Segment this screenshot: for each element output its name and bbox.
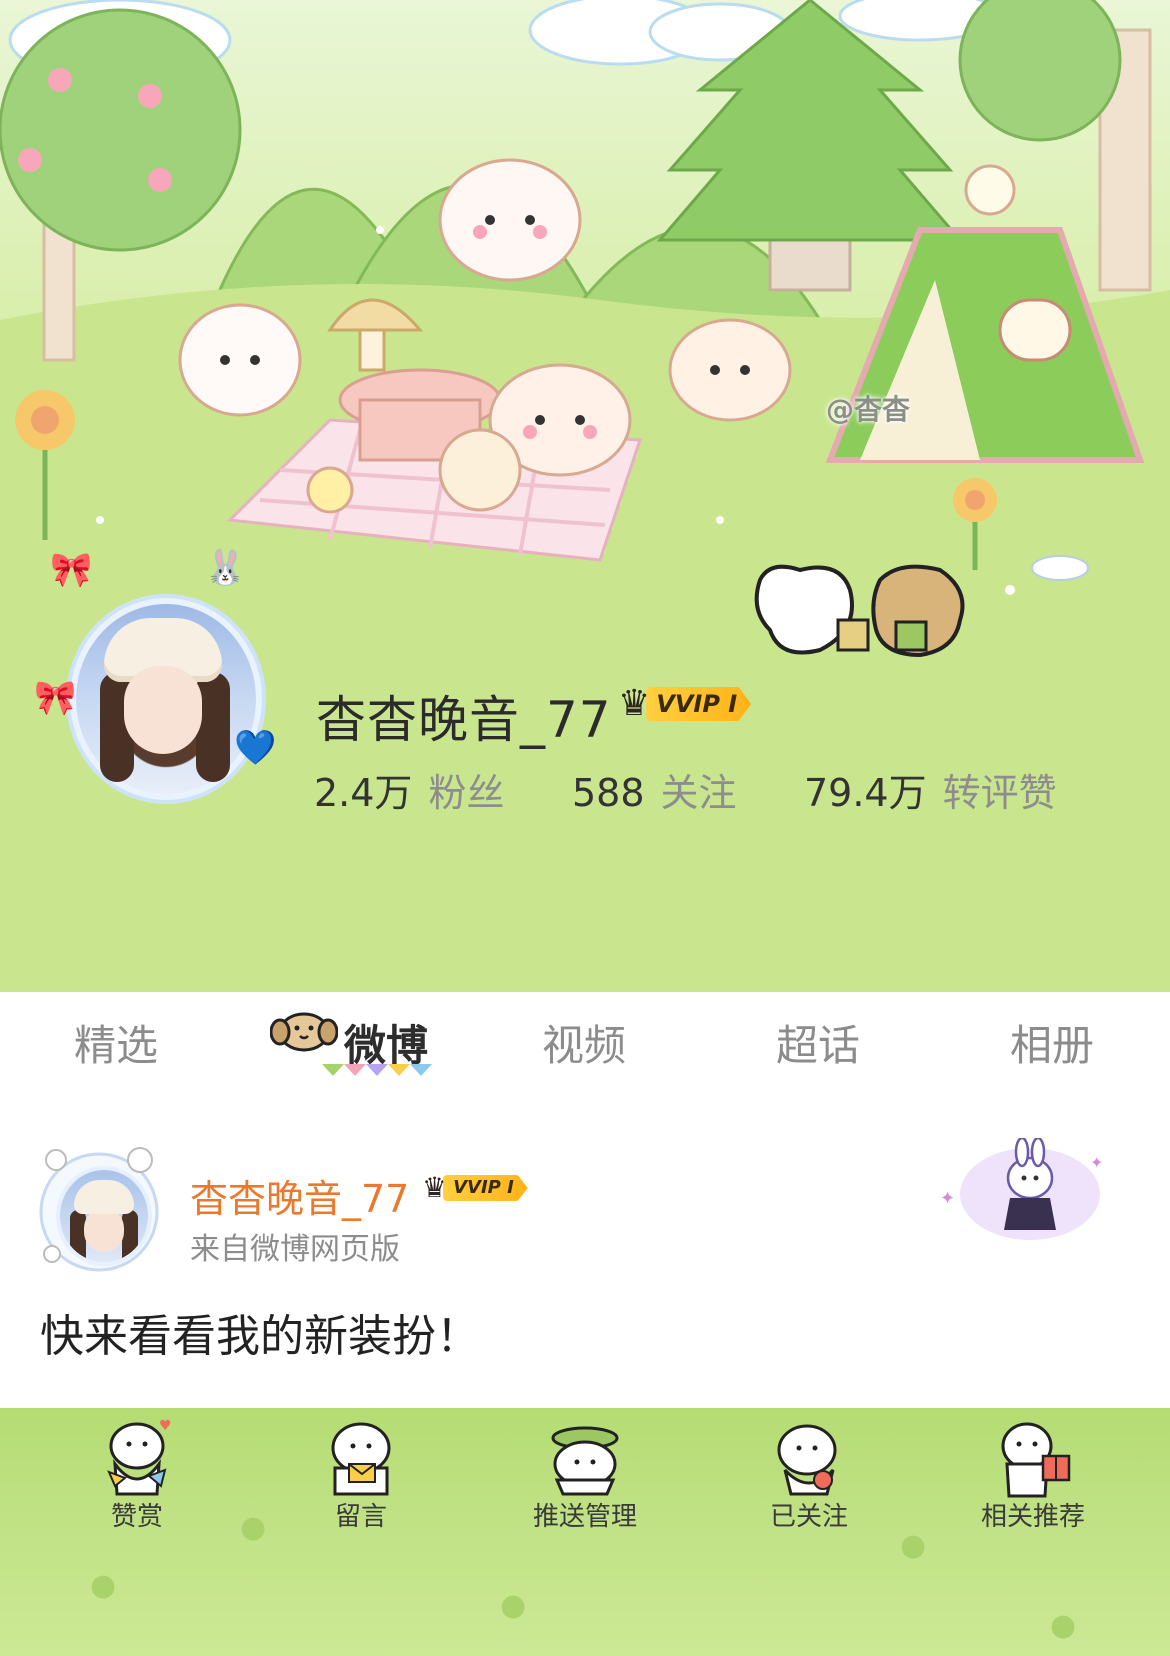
tab-video[interactable]: 视频 — [542, 1012, 626, 1073]
stat-likes[interactable]: 79.4万 转评赞 — [804, 762, 1057, 817]
post-vip-badge[interactable]: ♛ VVIP I — [422, 1174, 528, 1202]
action-tip[interactable]: ♥ 赞赏 — [37, 1408, 237, 1548]
avatar-photo — [56, 1166, 152, 1266]
stat-followers[interactable]: 2.4万 粉丝 — [314, 762, 504, 817]
puppy-letter-icon — [331, 1422, 391, 1496]
bottom-action-bar: ● ● ● ● ● ♥ 赞赏 留言 推送管理 已关注 相关推荐 — [0, 1408, 1170, 1656]
profile-avatar[interactable]: 🎀 🐰 🎀 💙 — [34, 548, 280, 808]
crown-icon: ♛ — [618, 683, 651, 724]
bunny-sticker-icon: ✦ ✦ — [940, 1138, 1103, 1240]
bunny-icon: 🐰 — [204, 548, 247, 588]
profile-name[interactable]: 杳杳晚音_77 — [316, 680, 612, 752]
cover-illustration — [0, 0, 1170, 992]
puppy-leaf-icon — [551, 1426, 619, 1496]
heart-icon: 💙 — [234, 728, 277, 768]
action-recommendations[interactable]: 相关推荐 — [933, 1408, 1133, 1548]
paw-icon: ● — [500, 1588, 527, 1623]
action-push-settings[interactable]: 推送管理 — [485, 1408, 685, 1548]
action-message[interactable]: 留言 — [261, 1408, 461, 1548]
avatar-face — [124, 666, 202, 754]
tab-featured[interactable]: 精选 — [74, 1012, 158, 1073]
stat-following[interactable]: 588 关注 — [572, 762, 737, 817]
post-author-name[interactable]: 杳杳晚音_77 — [190, 1168, 409, 1223]
active-tab-indicator — [322, 1064, 432, 1076]
puppy-tab-icon — [270, 1012, 338, 1052]
profile-tabs: 精选 微博 视频 超话 相册 — [0, 992, 1170, 1115]
puppy-gift-icon: ♥ — [107, 1418, 172, 1496]
post-text: 快来看看我的新装扮！ — [40, 1311, 480, 1362]
tab-album[interactable]: 相册 — [1010, 1012, 1094, 1073]
post-source: 来自微博网页版 — [190, 1232, 400, 1267]
tab-supertopic[interactable]: 超话 — [776, 1012, 860, 1073]
bow-icon: 🎀 — [34, 678, 77, 718]
action-following[interactable]: 已关注 — [709, 1408, 909, 1548]
bow-icon: 🎀 — [50, 550, 93, 590]
post-card[interactable]: 杳杳晚音_77 ♛ VVIP I 来自微博网页版 ✦ ✦ 快来看看我的新装扮！ — [0, 1114, 1170, 1408]
svg-text:♥: ♥ — [159, 1418, 172, 1434]
svg-text:✦: ✦ — [940, 1188, 955, 1209]
cover-watermark: @杳杳 — [826, 393, 911, 426]
puppy-heart-icon — [777, 1424, 837, 1496]
paw-icon: ● — [1050, 1608, 1077, 1643]
paw-icon: ● — [90, 1568, 117, 1603]
vip-badge[interactable]: ♛ VVIP I — [618, 683, 752, 724]
svg-text:✦: ✦ — [1090, 1153, 1103, 1172]
post-avatar[interactable] — [36, 1144, 162, 1274]
profile-cover[interactable]: @杳杳 🎀 🐰 🎀 💙 杳杳晚音_77 ♛ VVIP I 2.4万 粉丝 588 关… — [0, 0, 1170, 992]
puppy-box-icon — [1001, 1422, 1071, 1498]
